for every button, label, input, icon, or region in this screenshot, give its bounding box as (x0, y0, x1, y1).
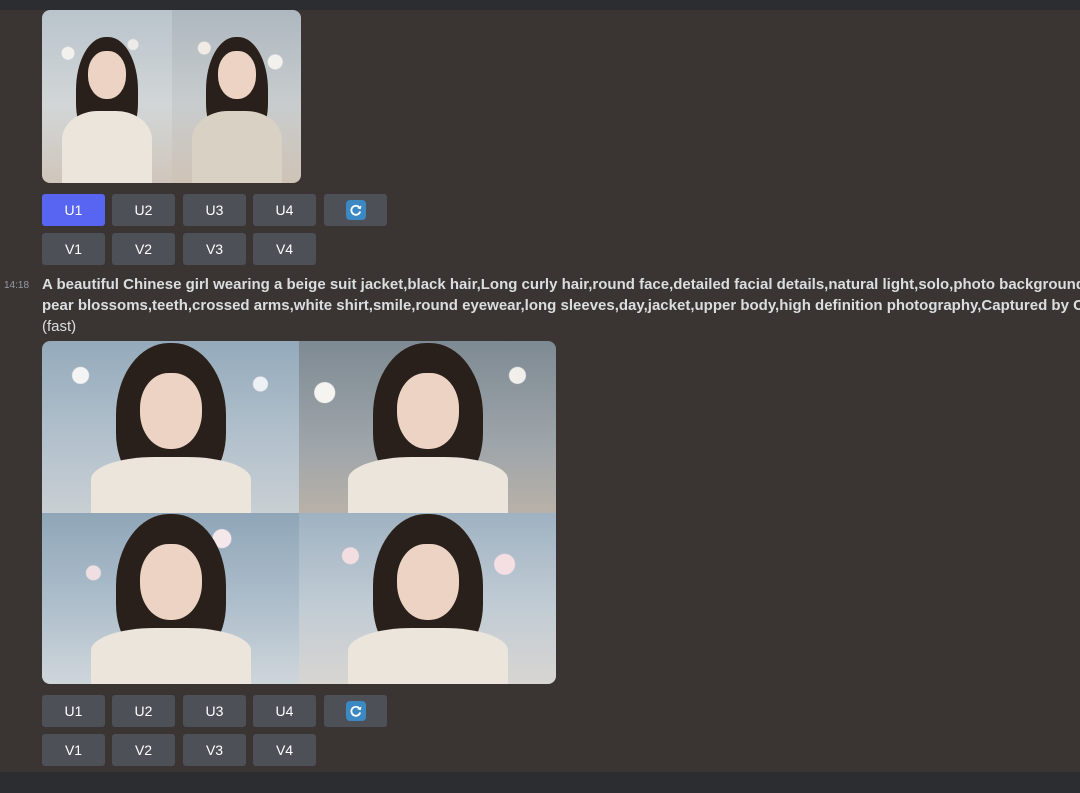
prompt-line-1: A beautiful Chinese girl wearing a beige… (42, 276, 1080, 293)
image-grid-1[interactable] (42, 10, 301, 183)
refresh-icon (345, 200, 366, 220)
upscale-button-3[interactable]: U3 (183, 194, 246, 226)
prompt-line-2: pear blossoms,teeth,crossed arms,white s… (42, 297, 1080, 314)
variation-button-4[interactable]: V4 (253, 233, 316, 265)
image-tile[interactable] (299, 513, 556, 684)
prompt-text: A beautiful Chinese girl wearing a beige… (42, 274, 1080, 337)
portrait-figure (347, 343, 508, 513)
upscale-button-4[interactable]: U4 (253, 194, 316, 226)
variation-button-3[interactable]: V3 (183, 734, 246, 766)
image-tile[interactable] (42, 341, 299, 513)
top-bar (0, 0, 1080, 10)
variation-button-4[interactable]: V4 (253, 734, 316, 766)
prompt-speed-tag: (fast) (42, 318, 77, 335)
reroll-button[interactable] (324, 695, 387, 727)
reroll-button[interactable] (324, 194, 387, 226)
image-tile[interactable] (299, 341, 556, 513)
image-tile[interactable] (172, 10, 301, 183)
variation-button-3[interactable]: V3 (183, 233, 246, 265)
portrait-figure (191, 33, 282, 183)
image-grid-2[interactable] (42, 341, 556, 684)
variation-button-1[interactable]: V1 (42, 233, 105, 265)
upscale-button-2[interactable]: U2 (112, 695, 175, 727)
portrait-figure (62, 33, 152, 183)
refresh-icon (345, 701, 366, 721)
upscale-button-3[interactable]: U3 (183, 695, 246, 727)
portrait-figure (90, 343, 251, 513)
variation-button-2[interactable]: V2 (112, 233, 175, 265)
variation-button-1[interactable]: V1 (42, 734, 105, 766)
upscale-button-1[interactable]: U1 (42, 695, 105, 727)
message-timestamp: 14:18 (4, 280, 30, 291)
image-tile[interactable] (42, 10, 172, 183)
upscale-button-4[interactable]: U4 (253, 695, 316, 727)
image-tile[interactable] (42, 513, 299, 684)
variation-button-2[interactable]: V2 (112, 734, 175, 766)
bottom-bar (0, 772, 1080, 793)
portrait-figure (347, 514, 508, 684)
upscale-button-1[interactable]: U1 (42, 194, 105, 226)
portrait-figure (90, 514, 251, 684)
upscale-button-2[interactable]: U2 (112, 194, 175, 226)
